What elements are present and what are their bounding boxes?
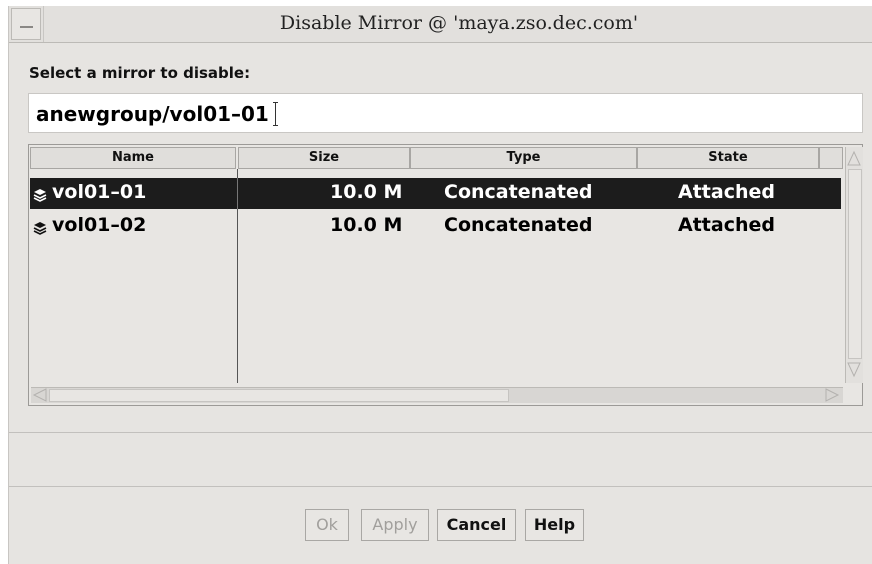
cancel-button[interactable]: Cancel xyxy=(437,509,516,541)
volume-icon xyxy=(33,218,47,240)
row-type: Concatenated xyxy=(444,181,593,203)
arrow-left-icon[interactable] xyxy=(32,388,48,402)
arrow-right-icon[interactable] xyxy=(824,388,840,402)
column-header-name[interactable]: Name xyxy=(30,147,236,169)
row-separator xyxy=(237,178,238,209)
column-header-size[interactable]: Size xyxy=(238,147,410,169)
horizontal-scrollbar[interactable] xyxy=(31,387,843,403)
selection-field[interactable]: anewgroup/vol01–01 xyxy=(28,93,863,133)
mirror-list: Name Size Type State vol01–01 10.0 M Con… xyxy=(28,144,863,406)
horizontal-scroll-thumb[interactable] xyxy=(49,389,509,402)
title-bar[interactable]: Disable Mirror @ 'maya.zso.dec.com' xyxy=(9,6,872,43)
row-name: vol01–01 xyxy=(52,181,147,203)
row-size: 10.0 M xyxy=(330,214,403,236)
dialog-window: Disable Mirror @ 'maya.zso.dec.com' Sele… xyxy=(8,6,872,564)
column-header-type[interactable]: Type xyxy=(410,147,637,169)
table-row[interactable]: vol01–02 10.0 M Concatenated Attached xyxy=(30,211,841,242)
column-header-spacer xyxy=(819,147,843,169)
arrow-up-icon[interactable] xyxy=(846,149,862,167)
selection-value: anewgroup/vol01–01 xyxy=(36,102,269,126)
text-cursor-icon xyxy=(273,102,279,126)
column-header-state[interactable]: State xyxy=(637,147,819,169)
ok-button[interactable]: Ok xyxy=(305,509,349,541)
vertical-scrollbar[interactable] xyxy=(845,147,863,383)
row-type: Concatenated xyxy=(444,214,593,236)
row-name: vol01–02 xyxy=(52,214,147,236)
title-divider xyxy=(43,6,44,42)
table-row[interactable]: vol01–01 10.0 M Concatenated Attached xyxy=(30,178,841,209)
arrow-down-icon[interactable] xyxy=(846,361,862,379)
row-state: Attached xyxy=(678,181,775,203)
apply-button[interactable]: Apply xyxy=(361,509,429,541)
window-menu-button[interactable] xyxy=(11,8,41,40)
prompt-label: Select a mirror to disable: xyxy=(29,64,251,82)
volume-icon xyxy=(33,185,47,207)
window-title: Disable Mirror @ 'maya.zso.dec.com' xyxy=(279,12,639,34)
divider xyxy=(9,432,872,433)
window-menu-icon xyxy=(20,26,33,28)
row-size: 10.0 M xyxy=(330,181,403,203)
divider xyxy=(9,486,872,487)
vertical-scroll-thumb[interactable] xyxy=(848,169,862,359)
help-button[interactable]: Help xyxy=(525,509,584,541)
row-state: Attached xyxy=(678,214,775,236)
